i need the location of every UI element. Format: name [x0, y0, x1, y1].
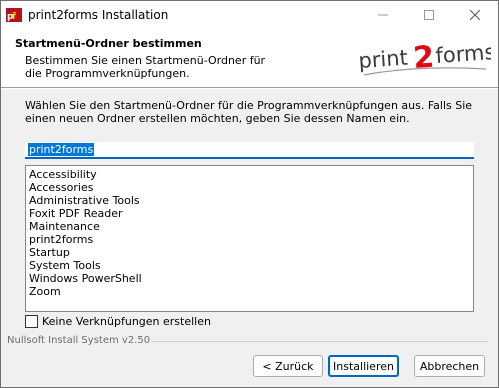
folder-list-item[interactable]: Maintenance [29, 220, 470, 233]
header-divider-highlight [1, 88, 498, 89]
close-button[interactable] [452, 1, 498, 29]
folder-list-item[interactable]: Accessories [29, 181, 470, 194]
wizard-header: Startmenü-Ordner bestimmen Bestimmen Sie… [1, 29, 498, 87]
svg-text:2: 2 [412, 40, 435, 76]
svg-text:print: print [358, 46, 409, 73]
folder-list-item[interactable]: Foxit PDF Reader [29, 207, 470, 220]
folder-list-item[interactable]: System Tools [29, 259, 470, 272]
folder-list-item[interactable]: print2forms [29, 233, 470, 246]
folder-list-item[interactable]: Windows PowerShell [29, 272, 470, 285]
folder-list-item[interactable]: Accessibility [29, 168, 470, 181]
install-button[interactable]: Installieren [328, 355, 399, 377]
svg-text:forms: forms [435, 40, 491, 68]
folder-list-item[interactable]: Startup [29, 246, 470, 259]
close-icon [470, 10, 480, 20]
folder-name-value: print2forms [28, 143, 95, 156]
page-subtitle: Bestimmen Sie einen Startmenü-Ordner für… [25, 54, 266, 80]
title-bar[interactable]: p f print2forms Installation [1, 1, 498, 29]
minimize-button[interactable] [360, 1, 406, 29]
nsis-branding: Nullsoft Install System v2.50 [7, 335, 151, 346]
cancel-button[interactable]: Abbrechen [414, 355, 485, 377]
print2forms-logo: print 2 forms [358, 40, 491, 76]
maximize-button[interactable] [406, 1, 452, 29]
folder-list-item[interactable]: Zoom [29, 285, 470, 298]
no-shortcuts-option[interactable]: Keine Verknüpfungen erstellen [25, 315, 211, 328]
minimize-icon [378, 14, 388, 16]
svg-text:f: f [12, 12, 16, 22]
page-title: Startmenü-Ordner bestimmen [15, 37, 202, 50]
no-shortcuts-checkbox[interactable] [25, 315, 38, 328]
folder-name-input[interactable]: print2forms [25, 142, 474, 159]
window-title: print2forms Installation [28, 8, 169, 22]
folder-list-item[interactable]: Administrative Tools [29, 194, 470, 207]
back-button[interactable]: < Zurück [253, 355, 323, 377]
instructions-text: Wählen Sie den Startmenü-Ordner für die … [25, 99, 473, 125]
app-icon: p f [6, 8, 22, 22]
no-shortcuts-label: Keine Verknüpfungen erstellen [42, 315, 211, 328]
installer-window: p f print2forms Installation Startmenü-O… [0, 0, 499, 388]
startmenu-folder-list[interactable]: Accessibility Accessories Administrative T… [25, 165, 474, 312]
footer-divider [151, 341, 488, 342]
maximize-icon [424, 10, 434, 20]
